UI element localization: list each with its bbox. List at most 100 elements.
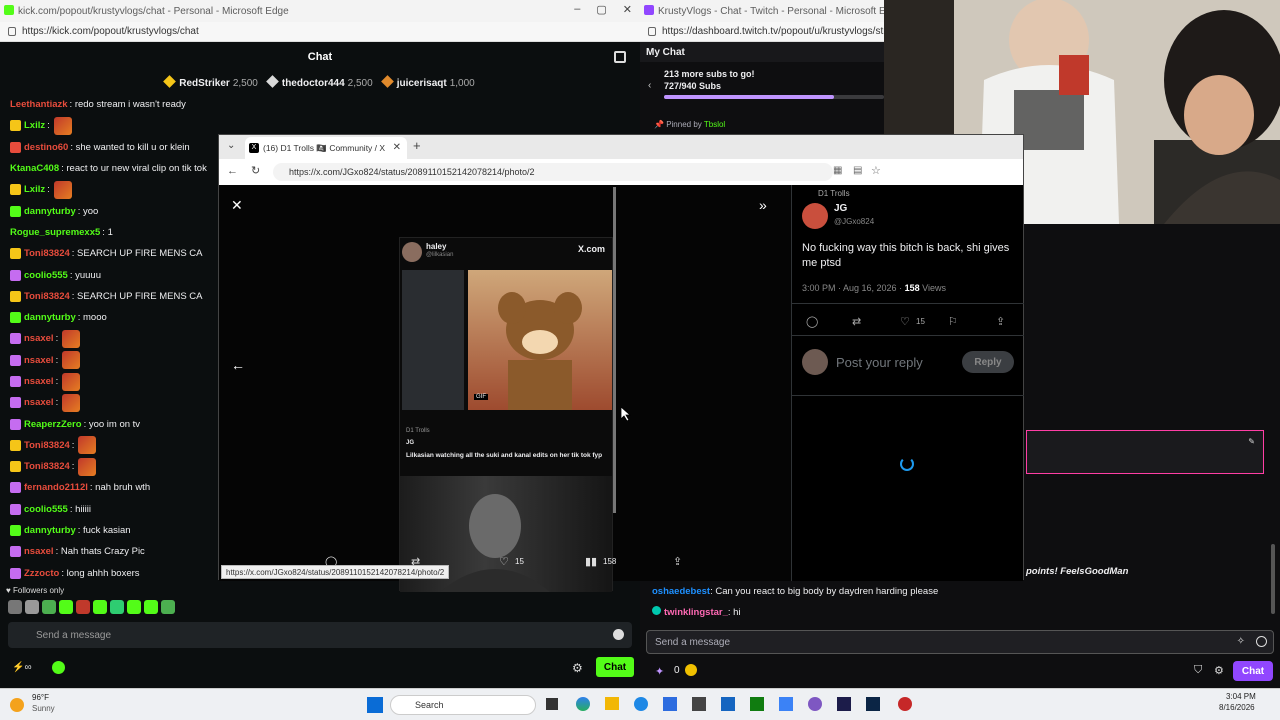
tab-close-icon[interactable]: ✕ [393,142,401,153]
copilot-icon[interactable] [576,697,590,711]
xbox-icon[interactable] [750,697,764,711]
file-explorer-icon[interactable] [605,697,619,710]
like-icon[interactable]: ♡ [900,315,910,328]
edit-icon[interactable]: ✎ [1248,437,1255,446]
author-avatar[interactable] [802,203,828,229]
kick-menu-icon[interactable]: ⚡∞ [12,662,32,673]
chat-username[interactable]: KtanaC408 [10,163,59,174]
chevron-left-icon[interactable]: ‹ [648,80,651,91]
tab-list-chevron-icon[interactable]: ⌄ [227,140,235,151]
emoji-icon[interactable] [613,629,624,640]
kick-title-bar[interactable]: kick.com/popout/krustyvlogs/chat - Perso… [0,0,640,22]
chat-username[interactable]: dannyturby [24,525,76,536]
clock-date[interactable]: 8/16/2026 [1219,703,1255,712]
chat-username[interactable]: nsaxel [24,546,54,557]
chat-username[interactable]: Zzzocto [24,568,59,579]
leaderboard-entry[interactable]: RedStriker 2,500 [163,75,258,89]
expand-sidebar-icon[interactable]: » [759,197,767,213]
photoshop-icon[interactable] [866,697,880,711]
chat-username[interactable]: nsaxel [24,355,54,366]
chat-username[interactable]: coolio555 [24,504,68,515]
channel-points-icon[interactable]: ✦ [655,665,664,678]
leaderboard-entry[interactable]: thedoctor444 2,500 [265,75,373,89]
share-icon[interactable]: ⇪ [673,555,682,568]
refresh-icon[interactable]: ↻ [251,164,260,177]
app-icon[interactable] [721,697,735,711]
app-icon[interactable] [692,697,706,711]
chat-settings-icon[interactable] [614,51,626,63]
chat-username[interactable]: fernando2112l [24,482,88,493]
app-icon[interactable] [779,697,793,711]
task-view-icon[interactable] [546,698,558,710]
favorite-star-icon[interactable]: ☆ [871,164,881,177]
chat-username[interactable]: nsaxel [24,397,54,408]
reply-icon[interactable]: ◯ [806,315,818,328]
kick-logo-icon[interactable] [52,661,65,674]
emote-icon[interactable] [42,600,56,614]
store-icon[interactable] [663,697,677,711]
twitch-send-chat-button[interactable]: Chat [1233,661,1273,681]
kick-send-chat-button[interactable]: Chat [596,657,634,677]
x-url-field[interactable]: https://x.com/JGxo824/status/20891101521… [273,163,833,181]
bits-icon[interactable]: ✧ [1237,636,1245,647]
like-icon[interactable]: ♡ [499,555,509,568]
emote-icon[interactable] [59,600,73,614]
repost-icon[interactable]: ⇄ [852,315,861,328]
app-icon[interactable] [898,697,912,711]
share-icon[interactable]: ⇪ [996,315,1005,328]
leaderboard-entry[interactable]: juicerisaqt 1,000 [380,75,475,89]
previous-media-icon[interactable]: ← [231,357,245,373]
emote-icon[interactable] [8,600,22,614]
app-icon[interactable] [808,697,822,711]
edge-icon[interactable] [634,697,648,711]
media-scrollbar[interactable] [613,187,616,513]
scrollbar[interactable] [1271,544,1275,614]
emote-icon[interactable] [76,600,90,614]
author-handle[interactable]: @JGxo824 [834,217,874,226]
minimize-icon[interactable]: – [574,3,580,16]
emote-icon[interactable] [110,600,124,614]
chat-username[interactable]: Lxilz [24,120,45,131]
new-tab-icon[interactable]: + [413,138,421,153]
author-name[interactable]: JG [834,203,847,214]
chat-username[interactable]: dannyturby [24,206,76,217]
premiere-icon[interactable] [837,697,851,711]
emote-icon[interactable] [161,600,175,614]
back-arrow-icon[interactable]: ← [227,165,238,177]
chat-username[interactable]: Toni83824 [24,461,70,472]
kick-address-bar[interactable]: https://kick.com/popout/krustyvlogs/chat [0,22,640,42]
x-tab[interactable]: X (16) D1 Trolls 🏴‍☠️ Community / X ✕ [245,137,407,159]
settings-gear-icon[interactable]: ⚙ [572,661,583,675]
chat-username[interactable]: ReaperzZero [24,419,82,430]
chat-username[interactable]: Toni83824 [24,291,70,302]
chat-settings-gear-icon[interactable]: ⚙ [1214,664,1224,677]
shield-icon[interactable]: ⛉ [1194,664,1202,677]
points-balance-icon[interactable] [685,664,697,676]
emote-icon[interactable] [127,600,141,614]
emote-icon[interactable] [144,600,158,614]
chat-username[interactable]: nsaxel [24,333,54,344]
chat-username[interactable]: Rogue_supremexx5 [10,227,100,238]
taskbar-search[interactable]: Search [390,695,536,715]
chat-username[interactable]: nsaxel [24,376,54,387]
chat-username[interactable]: coolio555 [24,270,68,281]
kick-message-input[interactable]: Send a message [8,622,632,648]
views-icon[interactable]: ▮▮ [585,555,597,568]
chat-username[interactable]: Toni83824 [24,248,70,259]
chat-username[interactable]: dannyturby [24,312,76,323]
reply-button[interactable]: Reply [962,351,1014,373]
close-media-icon[interactable]: ✕ [231,197,243,214]
emote-icon[interactable] [25,600,39,614]
emote-icon[interactable] [93,600,107,614]
chat-username[interactable]: Leethantiazk [10,99,68,110]
twitch-message-input[interactable]: Send a message ✧ [646,630,1274,654]
bookmark-icon[interactable]: ⚐ [948,315,958,328]
chat-username[interactable]: destino60 [24,142,68,153]
weather-sun-icon[interactable] [10,698,24,712]
start-windows-icon[interactable] [367,697,383,713]
reply-input[interactable]: Post your reply [836,355,923,370]
embedded-tweet-image[interactable]: haley @lilkasian X.com GIF D1 Trolls JG … [399,237,613,592]
chat-username[interactable]: Lxilz [24,184,45,195]
clock-time[interactable]: 3:04 PM [1226,692,1256,701]
emote-picker-icon[interactable] [1256,636,1267,647]
